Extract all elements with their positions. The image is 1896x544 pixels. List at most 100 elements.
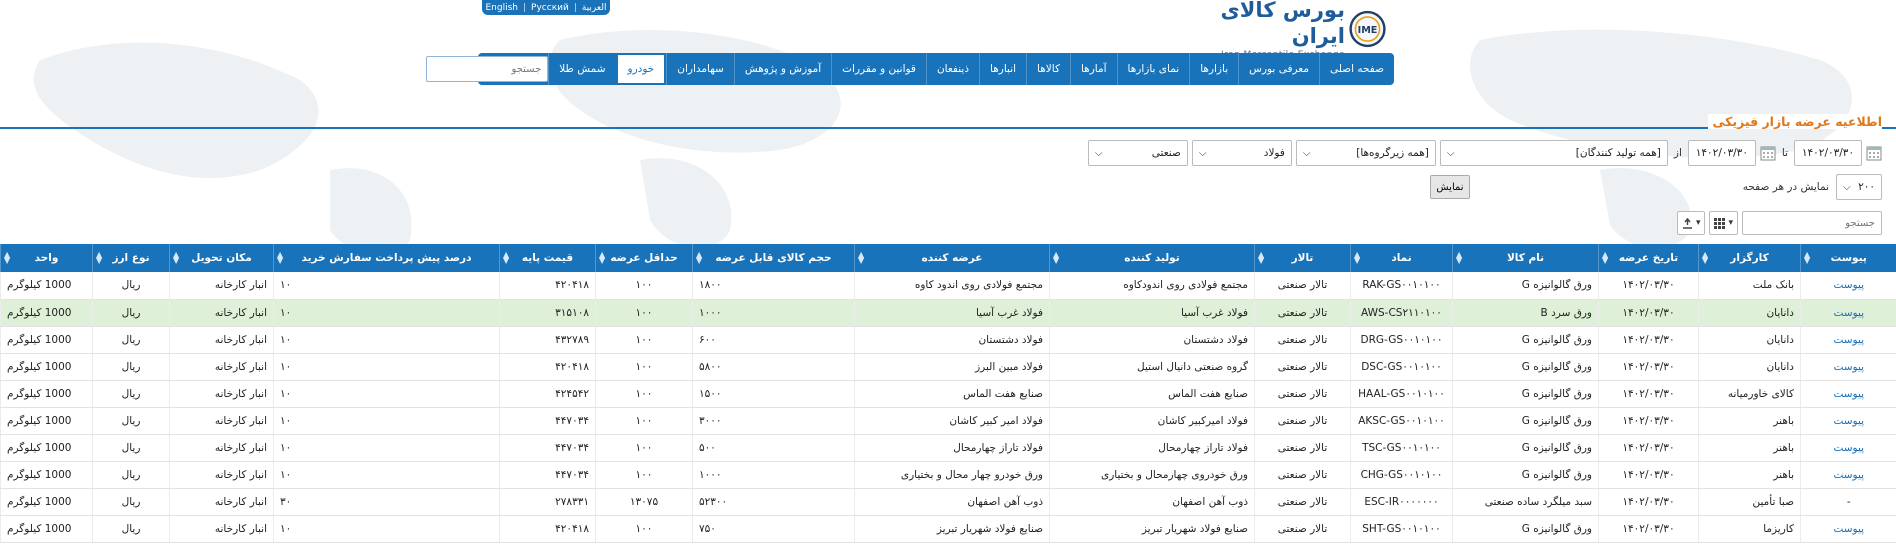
table-cell: ورق خودرو چهار محال و بختیاری [854,461,1050,489]
table-cell: ریال [92,353,170,381]
show-button[interactable]: نمایش [1430,175,1470,199]
export-button[interactable]: ▾ [1676,211,1706,235]
group-select[interactable]: فولاد ⌵ [1191,140,1292,166]
table-cell: ۱۰ [273,515,500,543]
column-header-label: پیوست [1830,252,1867,264]
sort-icon: ▲ ▼ [1702,250,1709,265]
producer-select[interactable]: [همه تولید کنندگان] ⌵ [1439,140,1668,166]
to-date-input[interactable] [1794,140,1862,166]
site-logo[interactable]: بورس کالای ایران Iran Mercantile Exchang… [1196,0,1386,60]
column-header[interactable]: نماد ▲ ▼ [1350,244,1453,272]
column-header[interactable]: پیوست ▲ ▼ [1800,244,1896,272]
table-cell: تالار صنعتی [1254,515,1351,543]
nav-item-regulations[interactable]: قوانین و مقررات [831,53,926,85]
table-cell: ریال [92,326,170,354]
table-cell: کالای خاورمیانه [1698,380,1801,408]
nav-item-gold-bullion[interactable]: شمش طلا [548,53,615,85]
table-cell: ۱۴۰۲/۰۳/۳۰ [1598,434,1699,462]
table-row: پیوست باهنر ۱۴۰۲/۰۳/۳۰ ورق گالوانیزه G CHG-G… [0,461,1896,489]
column-header[interactable]: حداقل عرضه ▲ ▼ [595,244,693,272]
columns-toggle-button[interactable]: ▾ [1709,211,1738,235]
column-header[interactable]: نام کالا ▲ ▼ [1452,244,1599,272]
nav-search-input[interactable] [426,56,549,82]
attachment-link[interactable]: پیوست [1833,307,1864,319]
column-header[interactable]: حجم کالای قابل عرضه ▲ ▼ [692,244,855,272]
nav-item-home[interactable]: صفحه اصلی [1318,53,1394,85]
nav-item-warehouses[interactable]: انبارها [979,53,1026,85]
title-divider [0,127,1896,129]
table-row: پیوست کالای خاورمیانه ۱۴۰۲/۰۳/۳۰ ورق گالوان… [0,380,1896,408]
table-cell: پیوست [1800,461,1896,489]
logo-title-fa: بورس کالای ایران [1220,0,1345,48]
subgroup-select[interactable]: [همه زیرگروه‌ها] ⌵ [1295,140,1436,166]
subgroup-select-value: [همه زیرگروه‌ها] [1356,147,1429,159]
attachment-link[interactable]: پیوست [1833,442,1864,454]
attachment-link[interactable]: پیوست [1833,334,1864,346]
table-cell: تالار صنعتی [1254,488,1351,516]
nav-item-markets[interactable]: بازارها [1189,53,1238,85]
nav-item-automobile[interactable]: خودرو [615,53,667,85]
table-cell: ۴۴۷۰۳۴ [499,407,596,435]
from-date-input[interactable] [1687,140,1756,166]
table-cell: ۱۰۰ [595,299,693,327]
calendar-icon[interactable] [1760,145,1776,161]
attachment-link[interactable]: پیوست [1833,361,1864,373]
table-cell: باهنر [1698,461,1801,489]
table-cell: ۱۴۰۲/۰۳/۳۰ [1598,380,1699,408]
attachment-link[interactable]: پیوست [1833,388,1864,400]
attachment-link[interactable]: پیوست [1833,523,1864,535]
table-search-input[interactable] [1742,211,1882,235]
table-cell: ۱۴۰۲/۰۳/۳۰ [1598,299,1699,327]
table-cell: - [1800,488,1896,516]
table-cell: ۵۲۳۰۰ [692,488,855,516]
column-header[interactable]: تولید کننده ▲ ▼ [1049,244,1255,272]
column-header[interactable]: کارگزار ▲ ▼ [1698,244,1801,272]
table-cell: ۳۱۵۱۰۸ [499,299,596,327]
column-header[interactable]: تاریخ عرضه ▲ ▼ [1598,244,1699,272]
attachment-link[interactable]: پیوست [1833,279,1864,291]
table-cell: صنایع هفت الماس [854,380,1050,408]
table-cell: ذوب آهن اصفهان [1049,488,1255,516]
sort-icon: ▲ ▼ [1602,250,1609,265]
table-row: - صبا تأمین ۱۴۰۲/۰۳/۳۰ سبد میلگرد ساده صنعت… [0,488,1896,516]
nav-item-stakeholders[interactable]: ذینفعان [925,53,979,85]
nav-item-shareholders[interactable]: سهامداران [666,53,734,85]
attachment-link[interactable]: پیوست [1833,469,1864,481]
column-header-label: عرضه کننده [921,252,983,264]
nav-item-market-view[interactable]: نمای بازارها [1116,53,1190,85]
nav-item-statistics[interactable]: آمارها [1069,53,1117,85]
column-header[interactable]: قیمت پایه ▲ ▼ [499,244,596,272]
table-cell: دانایان [1698,353,1801,381]
table-cell: باهنر [1698,407,1801,435]
market-select[interactable]: صنعتی ⌵ [1087,140,1188,166]
column-header[interactable]: واحد ▲ ▼ [0,244,93,272]
column-header[interactable]: مکان تحویل ▲ ▼ [169,244,274,272]
column-header[interactable]: درصد پیش پرداخت سفارش خرید ▲ ▼ [273,244,500,272]
lang-english[interactable]: English [486,3,519,13]
column-header-label: تاریخ عرضه [1618,252,1679,264]
table-cell: فولاد دشتستان [1049,326,1255,354]
calendar-icon[interactable] [1866,145,1882,161]
per-page-select[interactable]: ۲۰۰ ⌵ [1836,174,1882,200]
background-world-map [33,29,1853,254]
attachment-link[interactable]: پیوست [1833,415,1864,427]
language-bar: English | Русский | العربية [482,0,610,15]
column-header[interactable]: تالار ▲ ▼ [1254,244,1351,272]
column-header[interactable]: نوع ارز ▲ ▼ [92,244,170,272]
nav-item-education[interactable]: آموزش و پژوهش [733,53,831,85]
table-row: پیوست باهنر ۱۴۰۲/۰۳/۳۰ ورق گالوانیزه G AKSC-… [0,407,1896,435]
table-cell: AKSC-GS۰۰۱۰۱۰۰ [1350,407,1453,435]
nav-item-about[interactable]: معرفی بورس [1238,53,1319,85]
table-cell: ۱۰۰ [595,326,693,354]
table-cell: ورق گالوانیزه G [1452,353,1599,381]
lang-arabic[interactable]: العربية [582,3,607,13]
sort-icon: ▲ ▼ [4,250,11,265]
column-header-label: کارگزار [1730,252,1769,264]
lang-russian[interactable]: Русский [531,3,569,13]
table-cell: ۱۴۰۲/۰۳/۳۰ [1598,272,1699,300]
table-cell: SHT-GS۰۰۱۰۱۰۰ [1350,515,1453,543]
column-header-label: تولید کننده [1124,252,1180,264]
table-cell: DRG-GS۰۰۱۰۱۰۰ [1350,326,1453,354]
nav-item-commodities[interactable]: کالاها [1026,53,1070,85]
column-header[interactable]: عرضه کننده ▲ ▼ [854,244,1050,272]
